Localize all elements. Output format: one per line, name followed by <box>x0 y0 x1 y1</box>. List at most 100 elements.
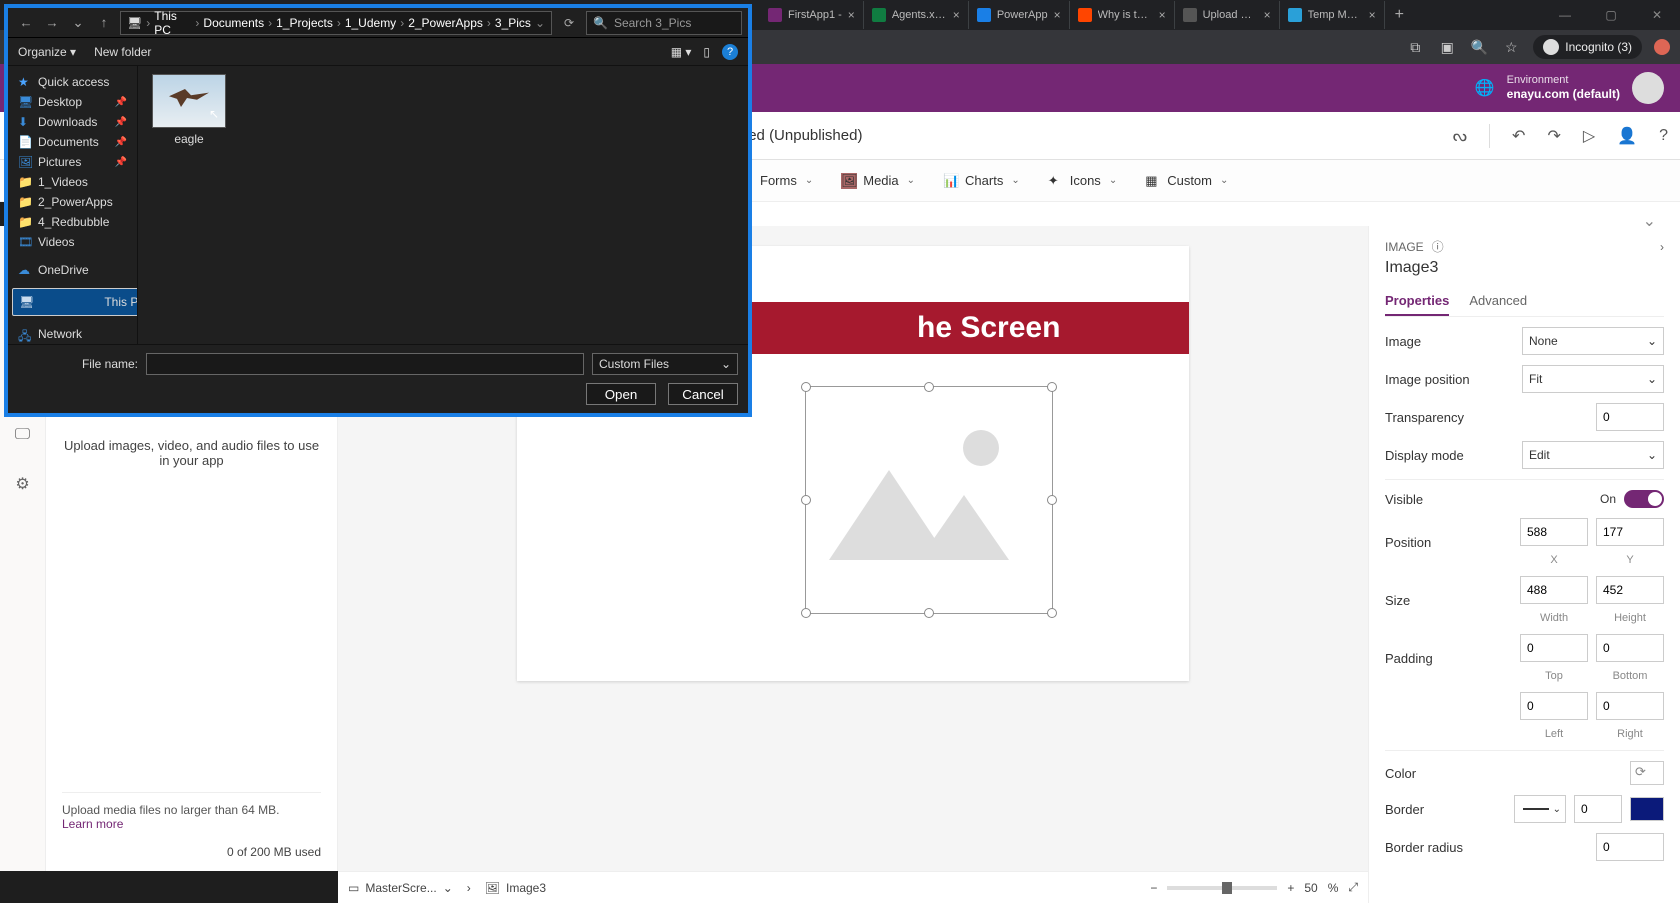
breadcrumb-screen[interactable]: ▭ MasterScre... ⌄ <box>348 881 453 895</box>
nav-back-button[interactable]: ← <box>14 12 38 34</box>
view-mode-button[interactable]: ▦ ▾ <box>671 45 692 59</box>
tree-downloads[interactable]: ⬇Downloads📌 <box>12 112 133 132</box>
tree-this-pc[interactable]: 🖥This PC <box>12 288 138 316</box>
custom-icon: ▦ <box>1145 173 1161 189</box>
close-window-button[interactable]: ✕ <box>1634 8 1680 22</box>
profile-icon[interactable] <box>1654 39 1670 55</box>
ribbon-forms[interactable]: Forms⌄ <box>760 173 813 188</box>
visible-toggle[interactable] <box>1624 490 1664 508</box>
tab-reddit[interactable]: Why is ther × <box>1070 1 1175 29</box>
nav-recent-button[interactable]: ⌄ <box>66 12 90 34</box>
expand-props-icon[interactable]: › <box>1660 240 1664 254</box>
search-input[interactable]: 🔍Search 3_Pics <box>586 11 742 35</box>
undo-button[interactable]: ↶ <box>1512 126 1525 146</box>
breadcrumb-control[interactable]: 🖼 Image3 <box>485 881 546 895</box>
nav-up-button[interactable]: ↑ <box>92 12 116 34</box>
advanced-tools-icon[interactable]: ⚙ <box>15 474 29 494</box>
tree-onedrive[interactable]: ☁OneDrive <box>12 260 133 280</box>
incognito-indicator[interactable]: Incognito (3) <box>1533 35 1642 59</box>
close-icon[interactable]: × <box>1264 8 1271 22</box>
close-icon[interactable]: × <box>953 8 960 22</box>
zoom-out-button[interactable]: − <box>1150 881 1157 895</box>
tab-tempmail[interactable]: Temp Mail - × <box>1280 1 1385 29</box>
info-icon[interactable]: ⓘ <box>1432 238 1444 255</box>
pad-right-input[interactable] <box>1596 692 1664 720</box>
close-icon[interactable]: × <box>1054 8 1061 22</box>
close-icon[interactable]: × <box>1369 8 1376 22</box>
transparency-input[interactable] <box>1596 403 1664 431</box>
path-breadcrumb[interactable]: 🖥› This PC› Documents› 1_Projects› 1_Ude… <box>120 11 552 35</box>
zoom-slider[interactable] <box>1167 886 1277 890</box>
image-select[interactable]: None⌄ <box>1522 327 1664 355</box>
pad-left-input[interactable] <box>1520 692 1588 720</box>
tree-videos[interactable]: 🎞Videos <box>12 232 133 252</box>
control-name[interactable]: Image3 <box>1385 259 1664 277</box>
border-style-select[interactable]: ⌄ <box>1514 795 1566 823</box>
display-mode-select[interactable]: Edit⌄ <box>1522 441 1664 469</box>
color-picker[interactable]: ⟳ <box>1630 761 1664 785</box>
tree-network[interactable]: 🖧Network <box>12 324 133 344</box>
tab-upload[interactable]: Upload File × <box>1175 1 1280 29</box>
tree-1videos[interactable]: 📁1_Videos <box>12 172 133 192</box>
filename-input[interactable] <box>146 353 584 375</box>
image-position-select[interactable]: Fit⌄ <box>1522 365 1664 393</box>
star-icon[interactable]: ☆ <box>1501 39 1521 56</box>
help-button[interactable]: ? <box>1659 127 1668 145</box>
ribbon-custom[interactable]: ▦Custom⌄ <box>1145 173 1228 189</box>
border-color-picker[interactable] <box>1630 797 1664 821</box>
tab-advanced[interactable]: Advanced <box>1469 287 1527 316</box>
organize-menu[interactable]: Organize ▾ <box>18 45 76 59</box>
close-icon[interactable]: × <box>848 8 855 22</box>
user-avatar[interactable] <box>1632 72 1664 104</box>
close-icon[interactable]: × <box>1159 8 1166 22</box>
ribbon-icons[interactable]: ✦Icons⌄ <box>1048 173 1117 189</box>
app-checker-icon[interactable]: ᔓ <box>1453 126 1467 146</box>
preview-button[interactable]: ▷ <box>1583 126 1595 146</box>
learn-more-link[interactable]: Learn more <box>62 817 123 831</box>
preview-pane-button[interactable]: ▯ <box>703 45 710 59</box>
position-x-input[interactable] <box>1520 518 1588 546</box>
position-y-input[interactable] <box>1596 518 1664 546</box>
cancel-button[interactable]: Cancel <box>668 383 738 405</box>
open-button[interactable]: Open <box>586 383 656 405</box>
border-width-input[interactable] <box>1574 795 1622 823</box>
tab-properties[interactable]: Properties <box>1385 287 1449 316</box>
image-control[interactable] <box>805 386 1053 614</box>
icons-icon: ✦ <box>1048 173 1064 189</box>
media-rail-icon[interactable]: 🖵 <box>15 426 30 444</box>
redo-button[interactable]: ↷ <box>1547 126 1560 146</box>
environment-picker[interactable]: Environment enayu.com (default) <box>1507 74 1620 102</box>
qr-icon[interactable]: ⧉ <box>1405 39 1425 56</box>
tree-documents[interactable]: 📄Documents📌 <box>12 132 133 152</box>
help-icon[interactable]: ? <box>722 44 738 60</box>
ribbon-charts[interactable]: 📊Charts⌄ <box>943 173 1020 189</box>
minimize-button[interactable]: — <box>1542 8 1588 22</box>
pad-bottom-input[interactable] <box>1596 634 1664 662</box>
tree-quick-access[interactable]: ★Quick access <box>12 72 133 92</box>
file-list[interactable]: ↖ eagle <box>138 66 748 344</box>
tree-pictures[interactable]: 🖼Pictures📌 <box>12 152 133 172</box>
tree-desktop[interactable]: 🖥Desktop📌 <box>12 92 133 112</box>
tab-agents[interactable]: Agents.xlsx × <box>864 1 969 29</box>
fit-screen-icon[interactable]: ⤢ <box>1348 880 1358 895</box>
tree-2powerapps[interactable]: 📁2_PowerApps <box>12 192 133 212</box>
refresh-button[interactable]: ⟳ <box>556 16 582 30</box>
ribbon-media[interactable]: 🖼Media⌄ <box>841 173 915 189</box>
height-input[interactable] <box>1596 576 1664 604</box>
border-radius-input[interactable] <box>1596 833 1664 861</box>
tab-firstapp[interactable]: FirstApp1 - × <box>760 1 864 29</box>
tab-powerapps[interactable]: PowerApp × <box>969 1 1070 29</box>
new-folder-button[interactable]: New folder <box>94 45 151 59</box>
file-type-filter[interactable]: Custom Files⌄ <box>592 353 738 375</box>
nav-forward-button[interactable]: → <box>40 12 64 34</box>
pad-top-input[interactable] <box>1520 634 1588 662</box>
tree-4redbubble[interactable]: 📁4_Redbubble <box>12 212 133 232</box>
zoom-icon[interactable]: 🔍 <box>1469 39 1489 56</box>
file-item-eagle[interactable]: ↖ eagle <box>146 74 232 146</box>
zoom-in-button[interactable]: + <box>1287 881 1294 895</box>
cast-icon[interactable]: ▣ <box>1437 39 1457 56</box>
width-input[interactable] <box>1520 576 1588 604</box>
maximize-button[interactable]: ▢ <box>1588 8 1634 22</box>
share-button[interactable]: 👤 <box>1617 126 1637 146</box>
new-tab-button[interactable]: + <box>1385 6 1414 24</box>
